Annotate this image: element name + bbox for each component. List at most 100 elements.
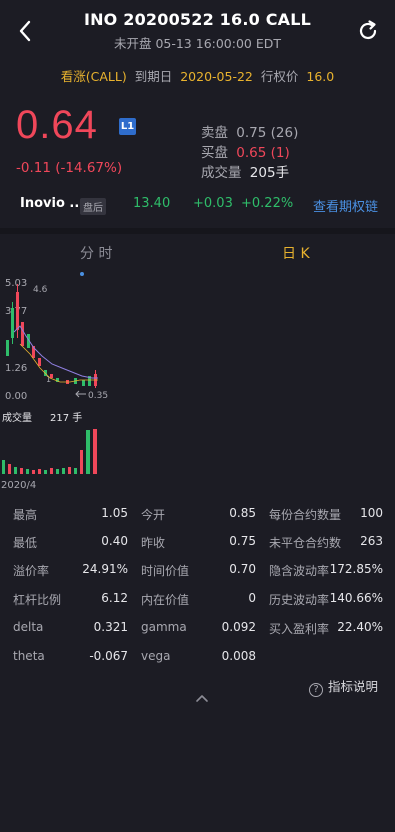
ask-row: 卖盘 0.75 (26) — [201, 121, 298, 141]
ask-value: 0.75 (26) — [236, 125, 299, 141]
underlying-change-pct: +0.22% — [241, 196, 294, 211]
volume-value: 205手 — [249, 165, 290, 181]
chevron-up-icon — [196, 695, 208, 702]
indicator-help-link[interactable]: ? 指标说明 — [308, 676, 378, 697]
volume-bar — [26, 469, 29, 474]
underlying-row[interactable]: Inovio ... 盘后 13.40 +0.03 +0.22% 查看期权链 — [0, 194, 395, 216]
underlying-name[interactable]: Inovio ... — [20, 196, 84, 211]
volume-bar — [86, 430, 90, 474]
underlying-price: 13.40 — [133, 196, 171, 211]
volume-bar — [68, 467, 71, 474]
chart-tabs: 分 时 日 K — [0, 234, 395, 270]
refresh-button[interactable] — [355, 17, 381, 45]
stat-value: 0.321 — [93, 620, 128, 634]
stat-value: 22.40% — [337, 620, 383, 634]
expand-button[interactable] — [190, 688, 214, 708]
page-title: INO 20200522 16.0 CALL — [83, 10, 312, 29]
expiry-label: 到期日 — [134, 69, 173, 84]
after-hours-badge: 盘后 — [80, 198, 106, 215]
option-info: 看涨(CALL) 到期日 2020-05-22 行权价 16.0 — [0, 66, 395, 85]
volume-bars — [2, 429, 97, 474]
stat-label: 溢价率 — [13, 564, 50, 578]
high-annotation: 4.6 — [33, 285, 48, 295]
stat-label: 每份合约数量 — [269, 508, 342, 522]
volume-bar — [20, 468, 23, 474]
stat-label: 买入盈利率 — [269, 622, 330, 636]
stat-label: gamma — [141, 620, 187, 634]
stat-label: 未平仓合约数 — [269, 536, 342, 550]
stat-value: -0.067 — [89, 649, 128, 663]
candle — [82, 380, 85, 386]
strike-price: 16.0 — [306, 69, 335, 84]
candle — [50, 374, 53, 378]
x-axis-label: 2020/4 — [1, 480, 36, 491]
stat-label: theta — [13, 649, 45, 663]
stat-row: 最高 1.05 今开 0.85 每份合约数量 100 — [0, 506, 395, 526]
tab-daily-k[interactable]: 日 K — [282, 243, 310, 263]
stat-value: 140.66% — [329, 591, 383, 605]
market-status: 未开盘 05-13 16:00:00 EDT — [113, 36, 282, 51]
option-type: 看涨(CALL) — [60, 69, 127, 84]
kline-chart[interactable]: 5.03 3.77 1.26 0.00 4.6 0.35 1 成交量 217 手 — [0, 274, 120, 494]
header: INO 20200522 16.0 CALL 未开盘 05-13 16:00:0… — [0, 0, 395, 58]
price-change: -0.11 (-14.67%) — [16, 160, 123, 176]
volume-bar — [38, 469, 41, 474]
stat-row: delta 0.321 gamma 0.092 买入盈利率 22.40% — [0, 620, 395, 640]
option-chain-link[interactable]: 查看期权链 — [313, 196, 378, 215]
level-badge[interactable]: L1 — [119, 118, 136, 135]
stat-row: 溢价率 24.91% 时间价值 0.70 隐含波动率 172.85% — [0, 562, 395, 582]
last-price: 0.64 — [16, 103, 98, 147]
volume-bar — [56, 469, 59, 474]
stat-row: 最低 0.40 昨收 0.75 未平仓合约数 263 — [0, 534, 395, 554]
expiry-date: 2020-05-22 — [180, 69, 253, 84]
volume-bar — [32, 470, 35, 474]
volume-bar — [14, 467, 17, 474]
stat-label: 时间价值 — [141, 564, 190, 578]
help-label: 指标说明 — [327, 679, 378, 694]
volume-value: 217 手 — [50, 411, 82, 424]
stat-value: 172.85% — [329, 562, 383, 576]
stat-value: 0.092 — [221, 620, 256, 634]
volume-bar — [2, 460, 5, 474]
price-tick-4: 1.26 — [5, 363, 27, 374]
candle — [38, 358, 41, 366]
low-annotation: 0.35 — [88, 391, 108, 401]
stat-label: 历史波动率 — [269, 593, 330, 607]
question-circle-icon: ? — [308, 683, 323, 697]
bid-value: 0.65 (1) — [236, 145, 290, 161]
stat-value: 0.85 — [229, 506, 256, 520]
stat-label: vega — [141, 649, 171, 663]
stat-value: 24.91% — [82, 562, 128, 576]
volume-row: 成交量 205手 — [201, 161, 289, 181]
stat-label: 昨收 — [141, 536, 166, 550]
volume-bar — [50, 468, 53, 474]
stat-label: 最低 — [13, 536, 38, 550]
stat-row: theta -0.067 vega 0.008 — [0, 649, 395, 669]
refresh-icon — [359, 20, 377, 40]
volume-bar — [44, 470, 47, 474]
candle — [6, 340, 9, 356]
stat-row: 杠杆比例 6.12 内在价值 0 历史波动率 140.66% — [0, 591, 395, 611]
stat-value: 263 — [360, 534, 383, 548]
ask-label: 卖盘 — [201, 125, 228, 141]
volume-bar — [8, 464, 11, 474]
stat-label: 杠杆比例 — [13, 593, 62, 607]
stat-label: 内在价值 — [141, 593, 190, 607]
tab-intraday[interactable]: 分 时 — [80, 243, 112, 263]
stat-value: 0 — [248, 591, 256, 605]
stat-value: 0.75 — [229, 534, 256, 548]
candle — [21, 322, 24, 346]
ma-line-2 — [19, 343, 98, 383]
volume-label: 成交量 — [201, 165, 242, 181]
price-tick-top: 5.03 — [5, 278, 27, 289]
underlying-change: +0.03 — [193, 196, 233, 211]
stat-label: delta — [13, 620, 44, 634]
strike-label: 行权价 — [260, 69, 299, 84]
volume-bar — [93, 429, 97, 474]
volume-bar — [74, 468, 77, 474]
volume-label: 成交量 — [2, 411, 32, 424]
stat-label: 最高 — [13, 508, 38, 522]
low-arrow — [75, 390, 86, 398]
stat-value: 1.05 — [101, 506, 128, 520]
bid-row: 买盘 0.65 (1) — [201, 141, 290, 161]
